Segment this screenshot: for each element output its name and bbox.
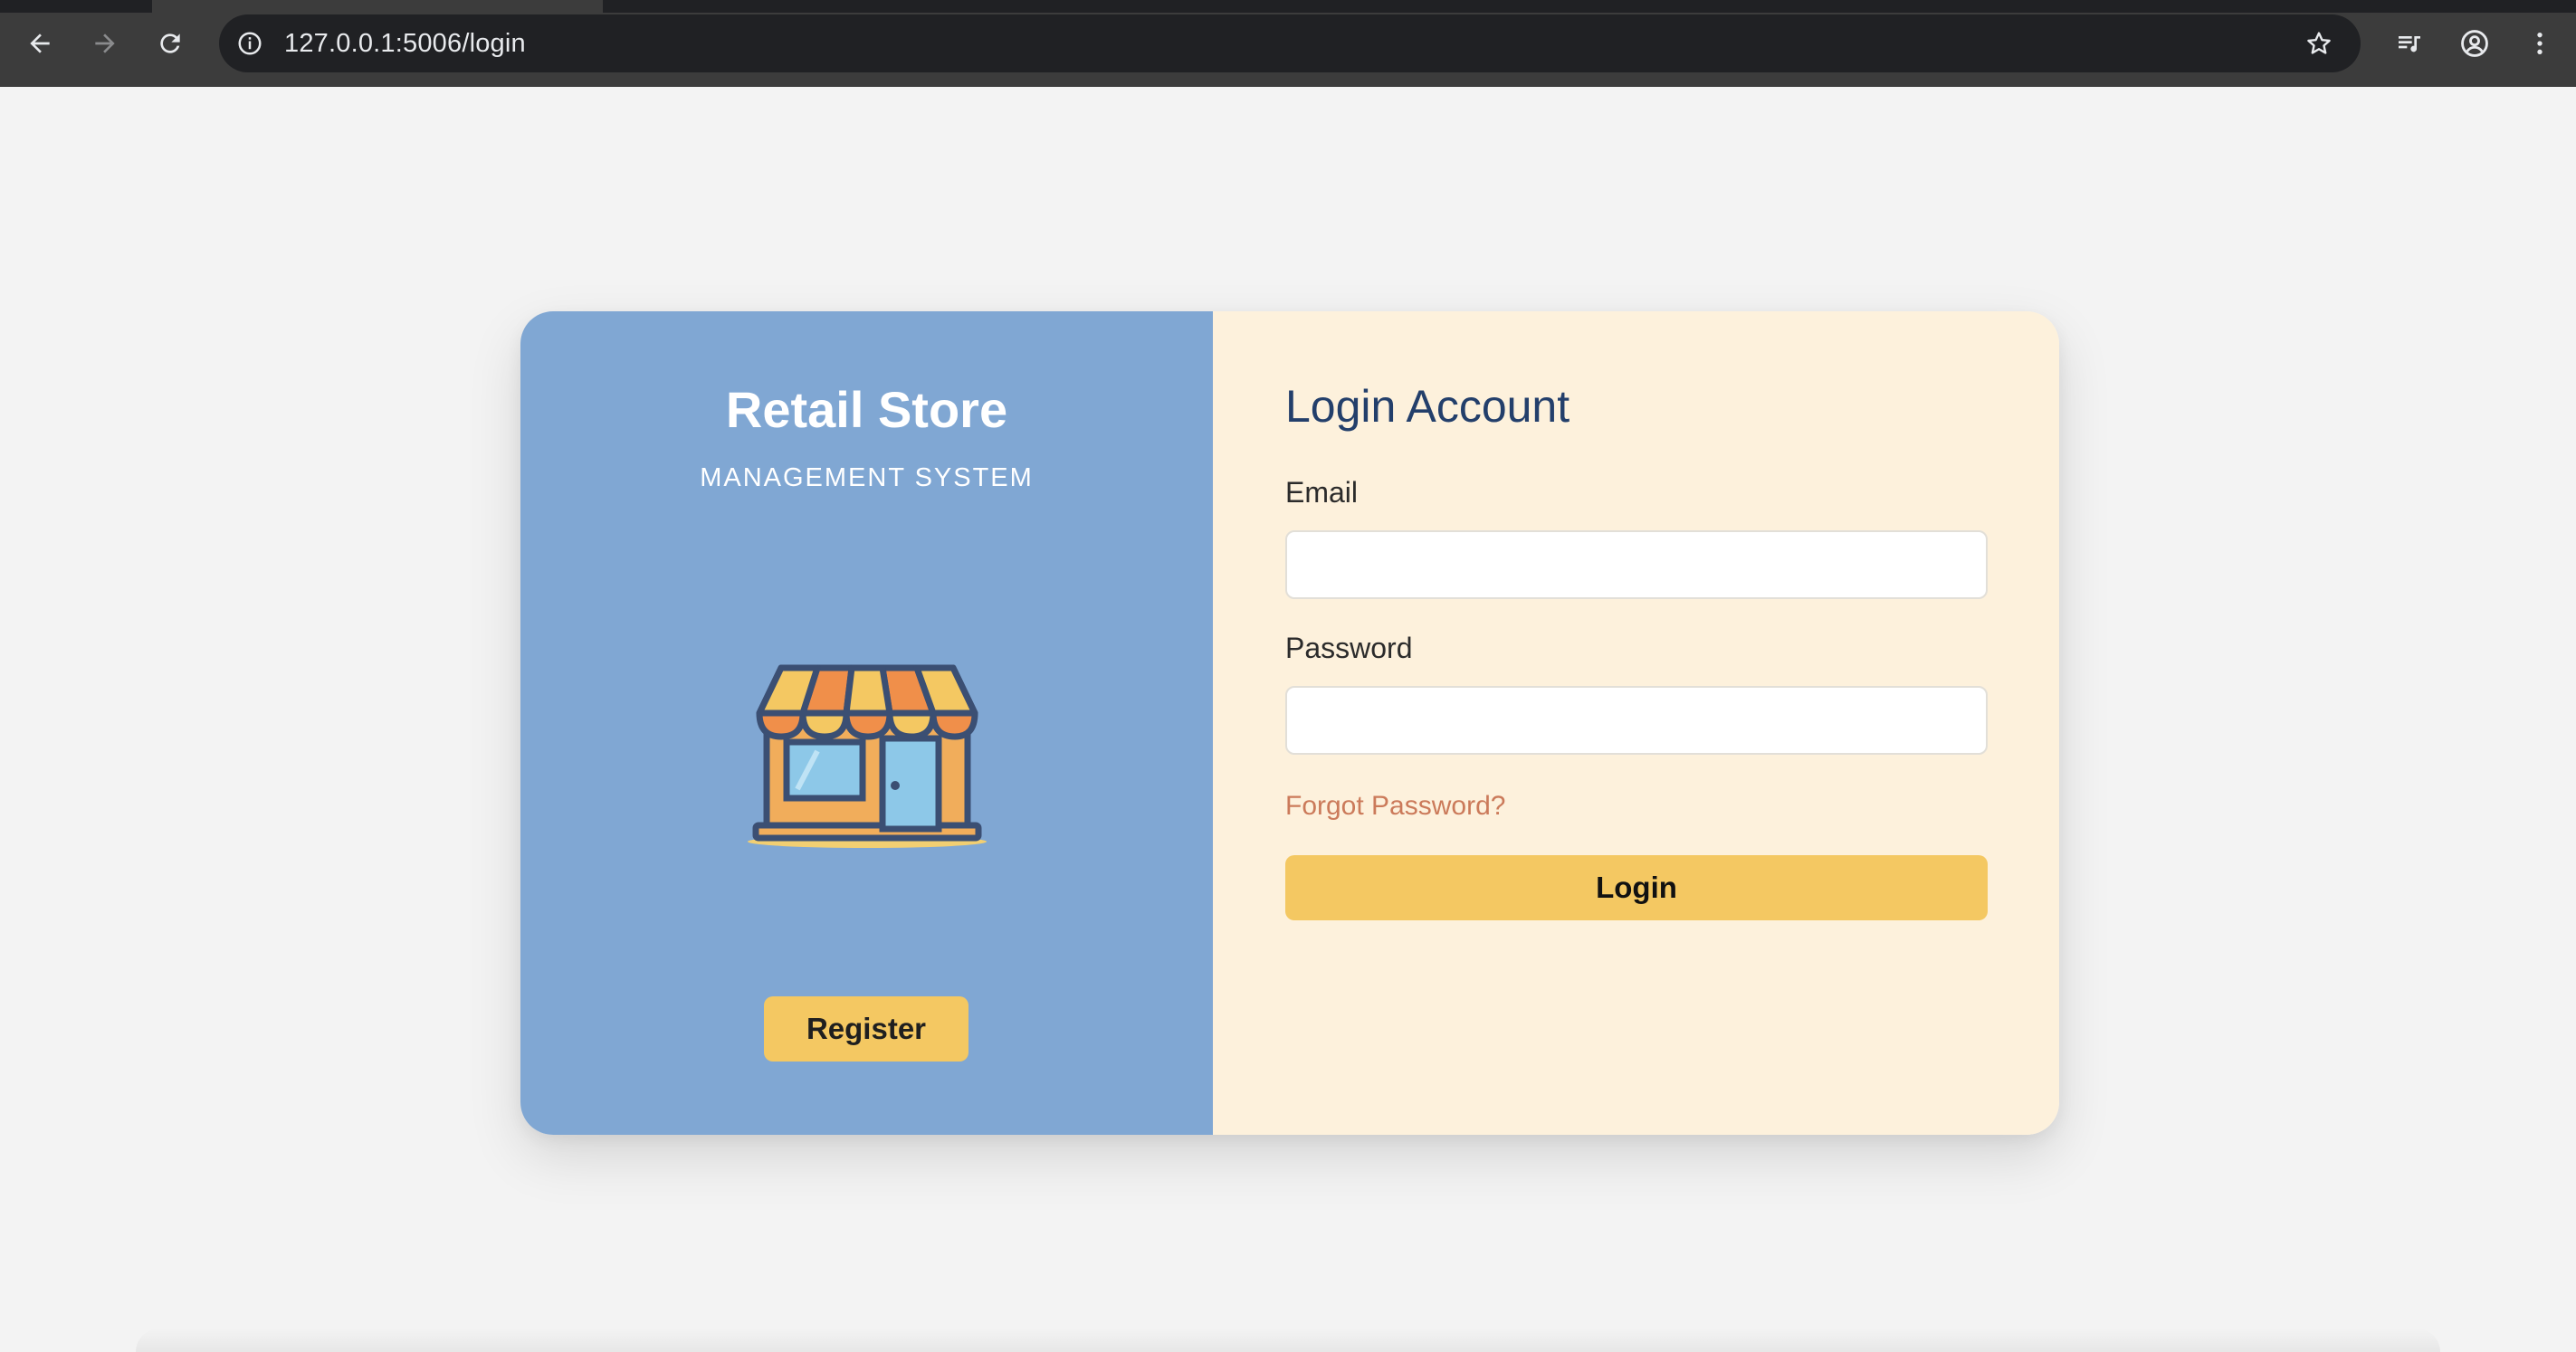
form-title: Login Account [1285,381,1570,432]
back-arrow-icon [30,33,50,53]
password-label: Password [1285,632,1413,664]
browser-toolbar: 127.0.0.1:5006/login [0,0,2576,87]
star-icon[interactable] [2301,25,2337,62]
bottom-shadow [136,1328,2440,1352]
profile-button[interactable] [2453,22,2496,65]
info-icon[interactable] [232,25,268,62]
login-button[interactable]: Login [1285,855,1988,920]
back-button[interactable] [18,22,62,65]
password-field[interactable] [1285,686,1988,755]
storefront-icon [748,664,987,848]
brand-panel: Retail Store MANAGEMENT SYSTEM Register [520,311,1213,1135]
kebab-menu-icon [2537,33,2543,54]
active-tab-edge [152,0,603,13]
brand-title: Retail Store [725,381,1008,438]
login-card: Retail Store MANAGEMENT SYSTEM Register … [520,311,2059,1135]
forgot-password-link[interactable]: Forgot Password? [1285,791,1505,822]
email-field[interactable] [1285,530,1988,599]
media-button[interactable] [2388,22,2431,65]
url-text[interactable]: 127.0.0.1:5006/login [284,14,526,72]
forward-arrow-icon [95,33,115,53]
register-button[interactable]: Register [764,996,968,1062]
reload-button[interactable] [148,22,192,65]
address-bar[interactable]: 127.0.0.1:5006/login [219,14,2361,72]
reload-icon [160,33,180,53]
forward-button[interactable] [83,22,127,65]
browser-menu-button[interactable] [2518,22,2562,65]
media-playlist-icon [2399,36,2420,52]
brand-subtitle: MANAGEMENT SYSTEM [700,463,1034,492]
email-label: Email [1285,476,1359,509]
profile-icon [2461,30,2488,57]
login-panel: Login Account Email Password Forgot Pass… [1213,311,2059,1135]
